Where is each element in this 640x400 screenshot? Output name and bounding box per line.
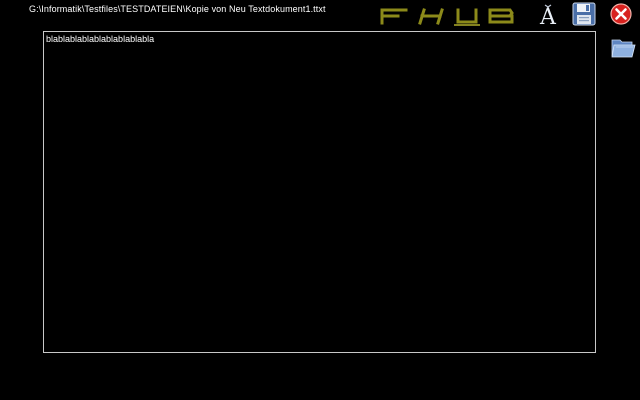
file-path-title: G:\Informatik\Testfiles\TESTDATEIEN\Kopi… (29, 4, 326, 14)
close-button[interactable] (610, 3, 632, 25)
fhub-logo (380, 8, 514, 26)
font-icon: A (539, 4, 557, 30)
svg-text:A: A (539, 5, 557, 27)
save-button[interactable] (572, 2, 596, 26)
folder-icon (611, 39, 636, 58)
floppy-disk-icon (572, 2, 596, 26)
text-editor[interactable]: blablablablablablablablabla (43, 31, 596, 353)
open-folder-button[interactable] (610, 34, 636, 60)
editor-window: G:\Informatik\Testfiles\TESTDATEIEN\Kopi… (0, 0, 640, 400)
close-icon (610, 3, 632, 25)
font-button[interactable]: A (536, 3, 560, 30)
